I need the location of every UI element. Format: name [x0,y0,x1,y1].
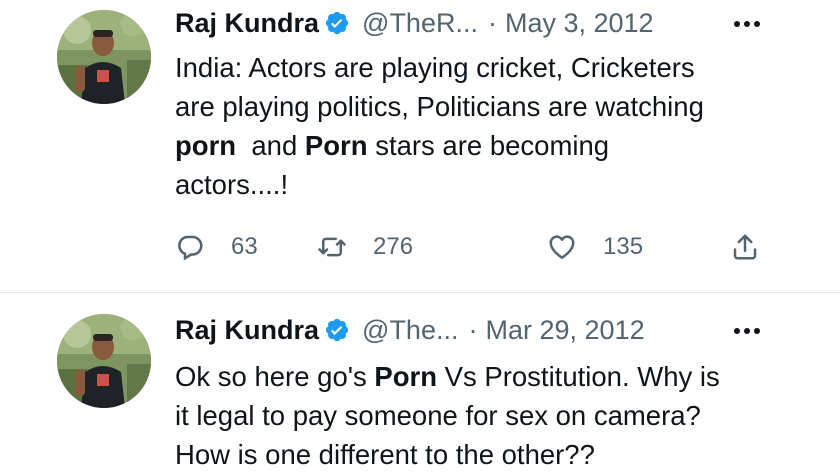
like-count: 135 [603,233,644,260]
retweet-count: 276 [373,233,414,260]
text-fragment: stars are becoming [367,130,610,161]
separator-dot: · [487,7,497,38]
text-fragment: Ok so here go's [175,361,375,392]
tweet-header: Raj Kundra @The... · Mar 29, 2012 [175,310,645,350]
tweet-text-line: actors....! [175,169,289,200]
more-icon[interactable] [730,14,764,34]
reply-count: 63 [231,233,258,260]
tweet[interactable]: Raj Kundra @The... · Mar 29, 2012 Ok so … [0,296,840,473]
bold-word: Porn [304,130,368,161]
reply-icon [178,235,203,261]
retweet-button[interactable]: 276 [317,225,413,269]
verified-badge-icon [324,317,350,343]
tweet-date[interactable]: Mar 29, 2012 [485,315,644,346]
author-name[interactable]: Raj Kundra [175,315,319,346]
avatar[interactable] [57,10,151,104]
author-handle[interactable]: @The... [362,315,458,346]
tweet[interactable]: Raj Kundra @TheR... · May 3, 2012 India:… [0,0,840,292]
tweet-header: Raj Kundra @TheR... · May 3, 2012 [175,3,654,43]
separator-dot: · [468,314,478,345]
tweet-text: India: Actors are playing cricket, Crick… [175,48,805,204]
tweet-text-line: Ok so here go's Porn Vs Prostitution. Wh… [175,357,805,396]
author-name[interactable]: Raj Kundra [175,8,319,39]
action-bar: 63 276 135 [175,225,775,269]
author-handle[interactable]: @TheR... [362,8,478,39]
bold-word: Porn [374,361,438,392]
tweet-text-line: it legal to pay someone for sex on camer… [175,400,701,431]
tweet-date[interactable]: May 3, 2012 [505,8,654,39]
share-button[interactable] [730,225,760,269]
heart-icon [549,235,575,259]
text-fragment: Vs Prostitution. Why is [437,361,720,392]
tweet-text-line: India: Actors are playing cricket, Crick… [175,52,695,83]
tweet-text-line: are playing politics, Politicians are wa… [175,91,704,122]
tweet-divider [0,292,840,293]
tweet-text-line: How is one different to the other?? [175,439,595,470]
like-button[interactable]: 135 [547,225,643,269]
reply-button[interactable]: 63 [175,225,258,269]
verified-badge-icon [324,10,350,36]
text-fragment: and [236,130,305,161]
tweet-text: Ok so here go's Porn Vs Prostitution. Wh… [175,357,805,474]
avatar[interactable] [57,314,151,408]
bold-word: porn [175,130,237,161]
share-icon [733,234,757,260]
more-icon[interactable] [730,321,764,341]
retweet-icon [318,237,346,257]
tweet-text-line: porn and Porn stars are becoming [175,126,805,165]
